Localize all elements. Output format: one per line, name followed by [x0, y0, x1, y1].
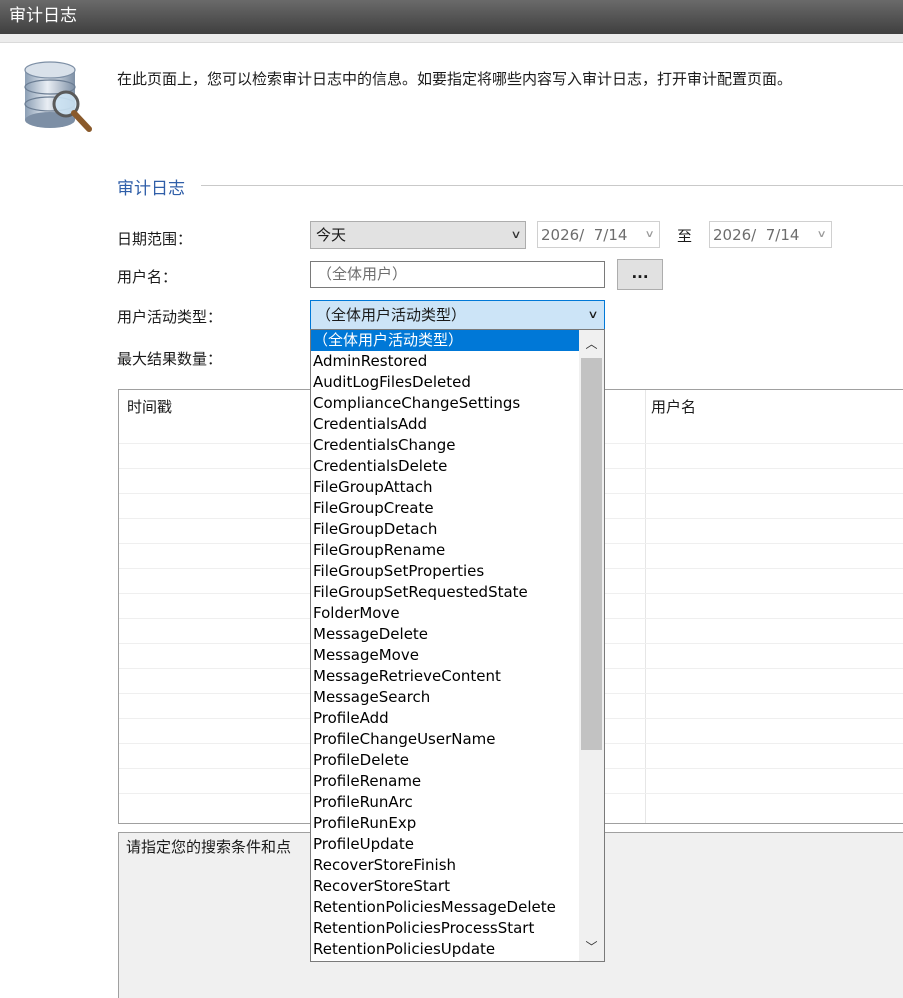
dropdown-scrollbar[interactable]: ︿ ﹀: [579, 330, 604, 961]
intro-text: 在此页面上，您可以检索审计日志中的信息。如要指定将哪些内容写入审计日志，打开审计…: [117, 70, 793, 88]
username-label: 用户名：: [117, 268, 178, 286]
dropdown-option[interactable]: RetentionPoliciesMessageDelete: [311, 897, 579, 918]
dropdown-option[interactable]: FileGroupSetRequestedState: [311, 582, 579, 603]
dropdown-option[interactable]: RecoverStoreStart: [311, 876, 579, 897]
chevron-down-icon: ∨: [816, 229, 827, 240]
scroll-up-icon[interactable]: ︿: [579, 333, 604, 355]
dropdown-option[interactable]: ProfileRename: [311, 771, 579, 792]
date-to-value: 2026/ 7/14: [713, 226, 800, 244]
chevron-down-icon: ∨: [587, 308, 599, 321]
date-range-label: 日期范围：: [117, 230, 193, 248]
dropdown-option[interactable]: AdminRestored: [311, 351, 579, 372]
activity-type-combo[interactable]: （全体用户活动类型） ∨: [310, 300, 605, 330]
group-title: 审计日志: [117, 179, 185, 199]
to-label: 至: [677, 227, 693, 245]
date-range-value: 今天: [316, 226, 347, 244]
dropdown-option[interactable]: ProfileRunExp: [311, 813, 579, 834]
database-search-icon: [24, 61, 92, 132]
dropdown-option[interactable]: FolderMove: [311, 603, 579, 624]
dropdown-option[interactable]: FileGroupSetProperties: [311, 561, 579, 582]
date-to-picker[interactable]: 2026/ 7/14 ∨: [709, 221, 832, 248]
username-field[interactable]: （全体用户）: [310, 261, 605, 288]
dropdown-option[interactable]: （全体用户活动类型）: [311, 330, 579, 351]
dropdown-option[interactable]: FileGroupCreate: [311, 498, 579, 519]
dropdown-option[interactable]: FileGroupRename: [311, 540, 579, 561]
max-results-label: 最大结果数量：: [117, 350, 223, 368]
chevron-down-icon: ∨: [510, 228, 522, 241]
dropdown-option[interactable]: FileGroupDetach: [311, 519, 579, 540]
dropdown-option[interactable]: RecoverStoreFinish: [311, 855, 579, 876]
dropdown-option[interactable]: RetentionPoliciesUpdate: [311, 939, 579, 960]
activity-type-value: （全体用户活动类型）: [316, 306, 467, 324]
status-text: 请指定您的搜索条件和点: [126, 838, 292, 856]
dropdown-option[interactable]: FileGroupAttach: [311, 477, 579, 498]
dropdown-option[interactable]: MessageDelete: [311, 624, 579, 645]
dropdown-option[interactable]: ProfileChangeUserName: [311, 729, 579, 750]
activity-type-dropdown[interactable]: （全体用户活动类型） AdminRestored AuditLogFilesDele…: [310, 329, 605, 962]
dropdown-option[interactable]: ProfileAdd: [311, 708, 579, 729]
dropdown-option[interactable]: MessageMove: [311, 645, 579, 666]
titlebar-edge: [0, 34, 903, 43]
column-header-timestamp[interactable]: 时间戳: [127, 396, 172, 417]
column-header-username[interactable]: 用户名: [651, 396, 696, 417]
dropdown-option[interactable]: ComplianceChangeSettings: [311, 393, 579, 414]
date-range-combo[interactable]: 今天 ∨: [310, 221, 526, 249]
column-separator: [645, 390, 646, 823]
chevron-down-icon: ∨: [644, 229, 655, 240]
dropdown-option[interactable]: ProfileDelete: [311, 750, 579, 771]
dropdown-option[interactable]: MessageSearch: [311, 687, 579, 708]
scroll-down-icon[interactable]: ﹀: [579, 936, 604, 958]
dropdown-option[interactable]: AuditLogFilesDeleted: [311, 372, 579, 393]
group-divider: [201, 185, 903, 186]
dropdown-option[interactable]: CredentialsDelete: [311, 456, 579, 477]
activity-type-label: 用户活动类型：: [117, 308, 223, 326]
date-from-picker[interactable]: 2026/ 7/14 ∨: [537, 221, 660, 248]
dropdown-option[interactable]: ProfileRunArc: [311, 792, 579, 813]
dropdown-option[interactable]: RetentionPoliciesProcessStart: [311, 918, 579, 939]
dropdown-option[interactable]: CredentialsChange: [311, 435, 579, 456]
date-from-value: 2026/ 7/14: [541, 226, 628, 244]
scrollbar-thumb[interactable]: [581, 358, 602, 750]
dropdown-option[interactable]: CredentialsAdd: [311, 414, 579, 435]
browse-users-button[interactable]: ...: [617, 259, 663, 290]
dropdown-option[interactable]: ProfileUpdate: [311, 834, 579, 855]
window-title: 审计日志: [0, 0, 903, 34]
activity-type-options: （全体用户活动类型） AdminRestored AuditLogFilesDele…: [311, 330, 579, 960]
dropdown-option[interactable]: MessageRetrieveContent: [311, 666, 579, 687]
